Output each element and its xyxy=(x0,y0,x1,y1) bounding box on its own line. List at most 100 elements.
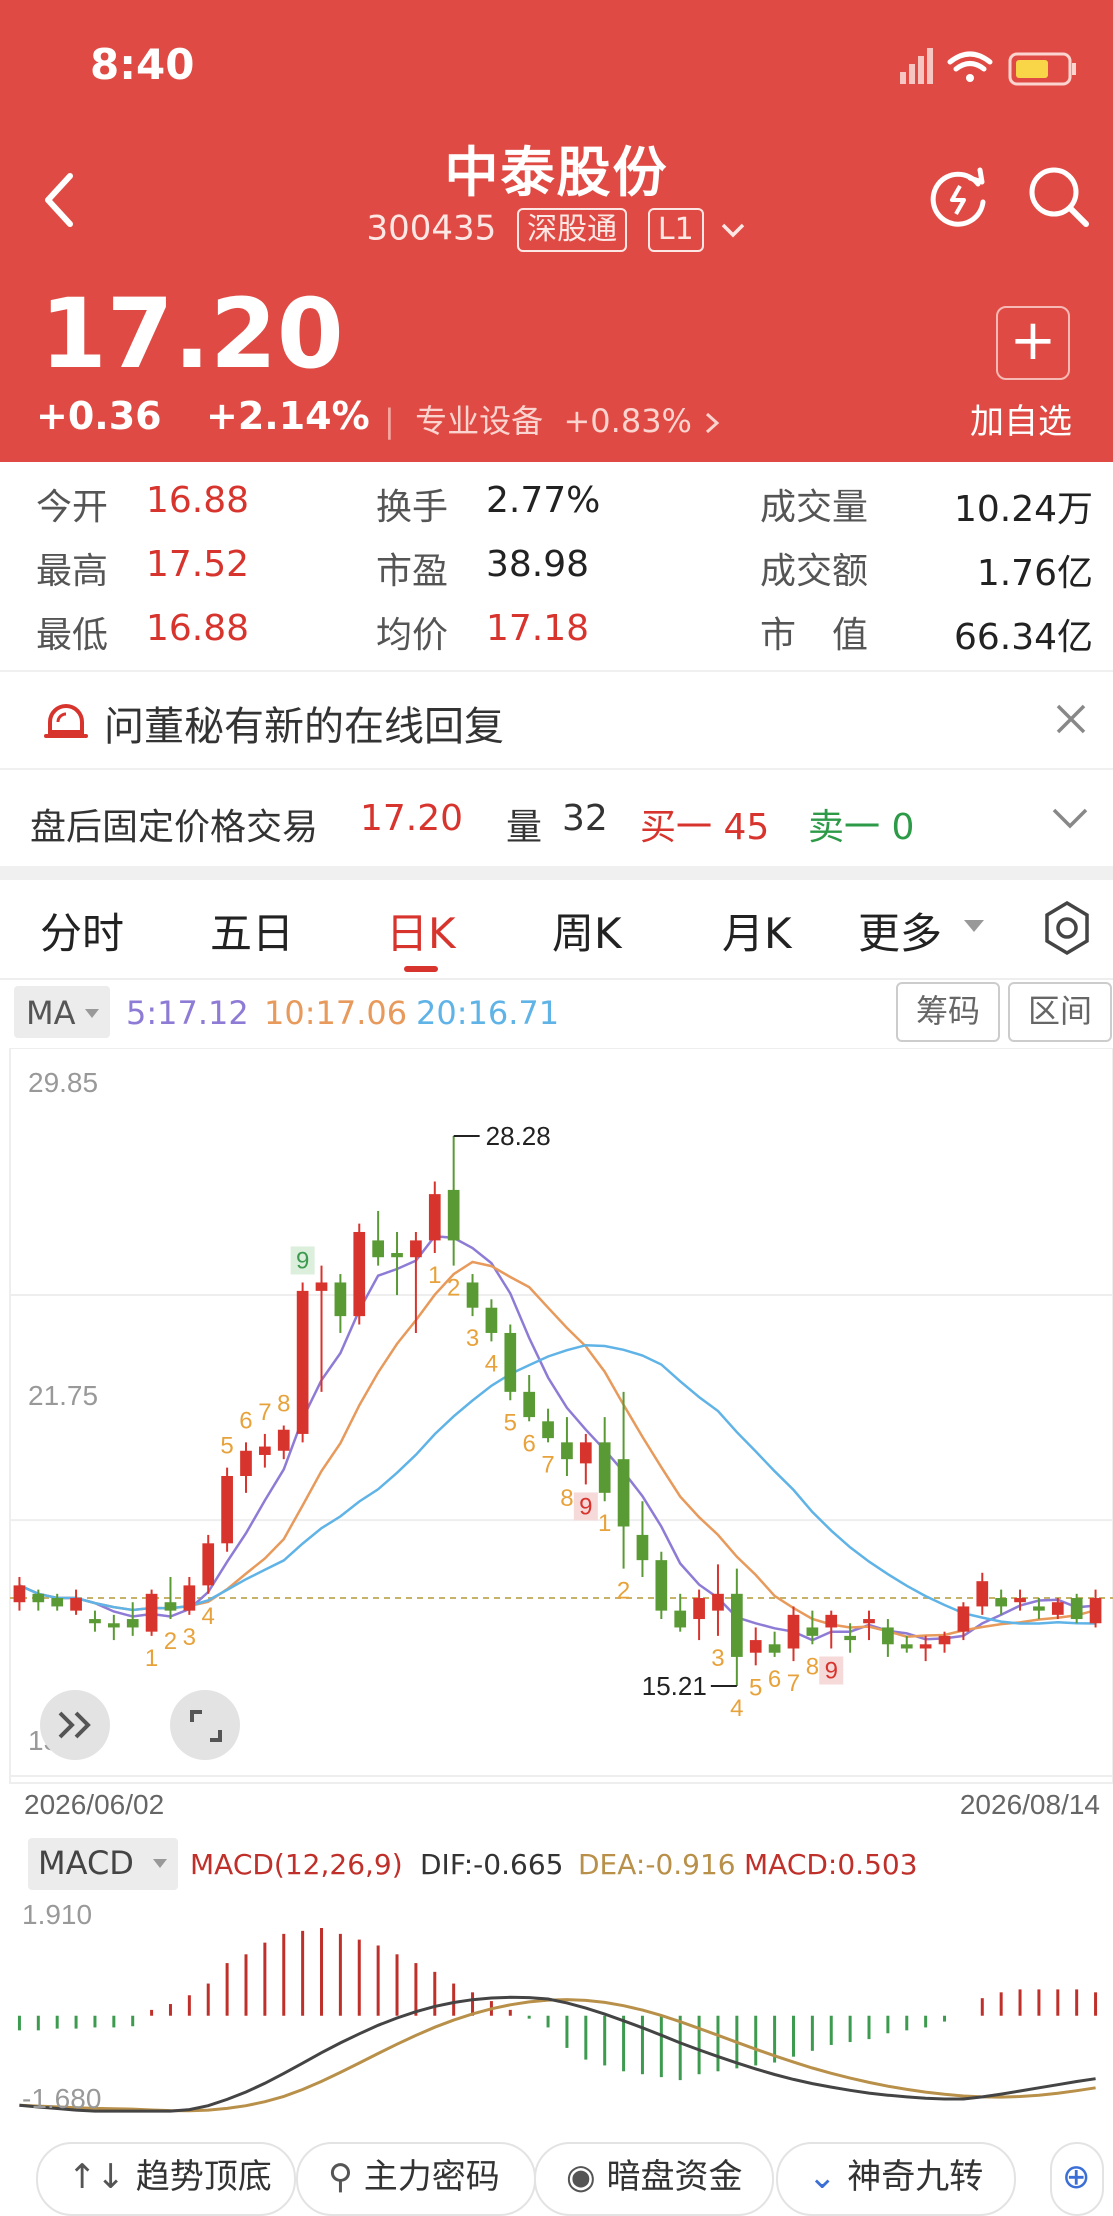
candle-body xyxy=(749,1640,762,1653)
macd-chart[interactable]: 1.910 -1.680 xyxy=(0,1894,1113,2134)
candle-body xyxy=(410,1240,422,1258)
caret-down-icon xyxy=(153,1859,167,1868)
low-label: 最低 xyxy=(36,615,109,656)
after-hours-vol: 32 xyxy=(562,798,608,839)
candle-body xyxy=(768,1644,781,1653)
candle-body xyxy=(334,1282,347,1317)
candle-body xyxy=(617,1459,630,1527)
sequence-label: 5 xyxy=(504,1409,517,1436)
fullscreen-icon xyxy=(190,1710,222,1742)
level-tag[interactable]: L1 xyxy=(647,208,704,252)
market-cap-label: 市 值 xyxy=(760,615,869,656)
sequence-label: 3 xyxy=(711,1645,724,1672)
candle-body xyxy=(806,1627,819,1636)
candle-body xyxy=(126,1619,139,1628)
settings-icon[interactable] xyxy=(1042,900,1092,956)
ma10-value: 10:17.06 xyxy=(264,994,408,1032)
industry-link[interactable]: | 专业设备 +0.83% xyxy=(384,396,722,442)
sequence-label: 3 xyxy=(466,1325,479,1352)
after-hours-row[interactable]: 盘后固定价格交易 17.20 量 32 买一 45 卖一 0 xyxy=(0,770,1113,866)
tool-magic-nine[interactable]: ⌄ 神奇九转 xyxy=(776,2142,1016,2216)
high-value: 17.52 xyxy=(146,544,250,585)
macd-selector[interactable]: MACD xyxy=(28,1838,178,1890)
macd-selector-label: MACD xyxy=(38,1844,134,1882)
candle-body xyxy=(428,1194,441,1241)
candle-body xyxy=(221,1476,233,1544)
volume-label: 成交量 xyxy=(760,487,869,528)
chevron-down-icon[interactable] xyxy=(1050,804,1090,832)
candle-body xyxy=(1089,1598,1102,1624)
candle-body xyxy=(466,1282,479,1308)
refresh-icon[interactable] xyxy=(926,164,992,230)
stock-code: 300435 xyxy=(366,208,497,249)
tab-monthly-k[interactable]: 月K xyxy=(722,900,792,961)
candle-body xyxy=(938,1635,951,1645)
x-axis-label: 2026/06/02 xyxy=(24,1789,164,1820)
candle-body xyxy=(1051,1602,1064,1615)
add-watchlist-button[interactable]: + xyxy=(996,306,1070,380)
notice-banner[interactable]: 问董秘有新的在线回复 xyxy=(0,672,1113,768)
tool-label: 暗盘资金 xyxy=(606,2157,743,2197)
tab-daily-k[interactable]: 日K xyxy=(386,900,456,961)
low-value: 16.88 xyxy=(146,608,250,649)
candle-body xyxy=(787,1614,800,1649)
ma-selector[interactable]: MA xyxy=(14,986,110,1038)
tool-main-force-code[interactable]: ⚲ 主力密码 xyxy=(296,2142,536,2216)
sequence-label: 9 xyxy=(296,1247,309,1274)
tab-weekly-k[interactable]: 周K xyxy=(552,900,622,961)
candle-body xyxy=(542,1421,554,1439)
chip-button[interactable]: 筹码 xyxy=(896,982,1000,1042)
candle-body xyxy=(825,1614,838,1628)
candle-body xyxy=(51,1598,64,1607)
tool-more[interactable]: ⊕ xyxy=(1050,2142,1104,2216)
candle-body xyxy=(315,1282,328,1291)
candle-body xyxy=(353,1231,366,1317)
candle-body xyxy=(957,1606,970,1632)
sequence-label: 9 xyxy=(579,1493,592,1520)
sequence-label: 6 xyxy=(239,1407,252,1434)
sequence-label: 8 xyxy=(277,1391,290,1418)
price-change-pct: +2.14% xyxy=(206,394,370,438)
close-icon[interactable] xyxy=(1054,702,1088,736)
expand-left-button[interactable] xyxy=(40,1690,110,1760)
after-hours-price: 17.20 xyxy=(360,798,464,839)
industry-name: 专业设备 xyxy=(415,402,544,440)
macd-y-label: -1.680 xyxy=(22,2083,101,2114)
open-value: 16.88 xyxy=(146,480,250,521)
tab-intraday[interactable]: 分时 xyxy=(40,900,124,961)
sequence-label: 6 xyxy=(523,1430,536,1457)
add-watchlist-label[interactable]: 加自选 xyxy=(970,394,1072,443)
current-price: 17.20 xyxy=(40,278,344,390)
candle-body xyxy=(13,1585,26,1603)
candle-body xyxy=(919,1644,932,1649)
range-button[interactable]: 区间 xyxy=(1008,982,1112,1042)
candle-body xyxy=(145,1593,158,1632)
macd-value: MACD:0.503 xyxy=(744,1848,918,1881)
sequence-label: 8 xyxy=(806,1653,819,1680)
tab-five-day[interactable]: 五日 xyxy=(210,900,294,961)
candlestick-chart[interactable]: 29.8521.7513.6428.2815.21123456789123456… xyxy=(0,1048,1113,1828)
sequence-label: 2 xyxy=(617,1578,630,1605)
tab-more[interactable]: 更多 xyxy=(858,900,942,961)
sequence-label: 4 xyxy=(202,1603,215,1630)
macd-dif: DIF:-0.665 xyxy=(420,1848,564,1881)
x-axis-label: 2026/08/14 xyxy=(960,1789,1100,1820)
candle-body xyxy=(882,1627,894,1645)
double-chevron-right-icon xyxy=(58,1711,91,1739)
chevron-down-icon[interactable] xyxy=(719,220,747,240)
sequence-label: 7 xyxy=(541,1451,554,1478)
price-change: +0.36 xyxy=(36,394,162,438)
candle-body xyxy=(995,1598,1008,1607)
candle-body xyxy=(164,1602,177,1611)
candle-body xyxy=(693,1598,705,1620)
search-icon[interactable] xyxy=(1026,164,1092,230)
candle-body xyxy=(240,1450,252,1477)
avg-price-label: 均价 xyxy=(376,615,449,656)
avg-price-value: 17.18 xyxy=(486,608,590,649)
caret-down-icon[interactable] xyxy=(962,918,986,934)
tool-label: 主力密码 xyxy=(363,2157,500,2197)
tool-trend-top-bottom[interactable]: ↑↓ 趋势顶底 xyxy=(36,2142,296,2216)
sequence-label: 2 xyxy=(447,1275,460,1302)
fullscreen-button[interactable] xyxy=(170,1690,240,1760)
tool-dark-pool-funds[interactable]: ◉ 暗盘资金 xyxy=(534,2142,774,2216)
